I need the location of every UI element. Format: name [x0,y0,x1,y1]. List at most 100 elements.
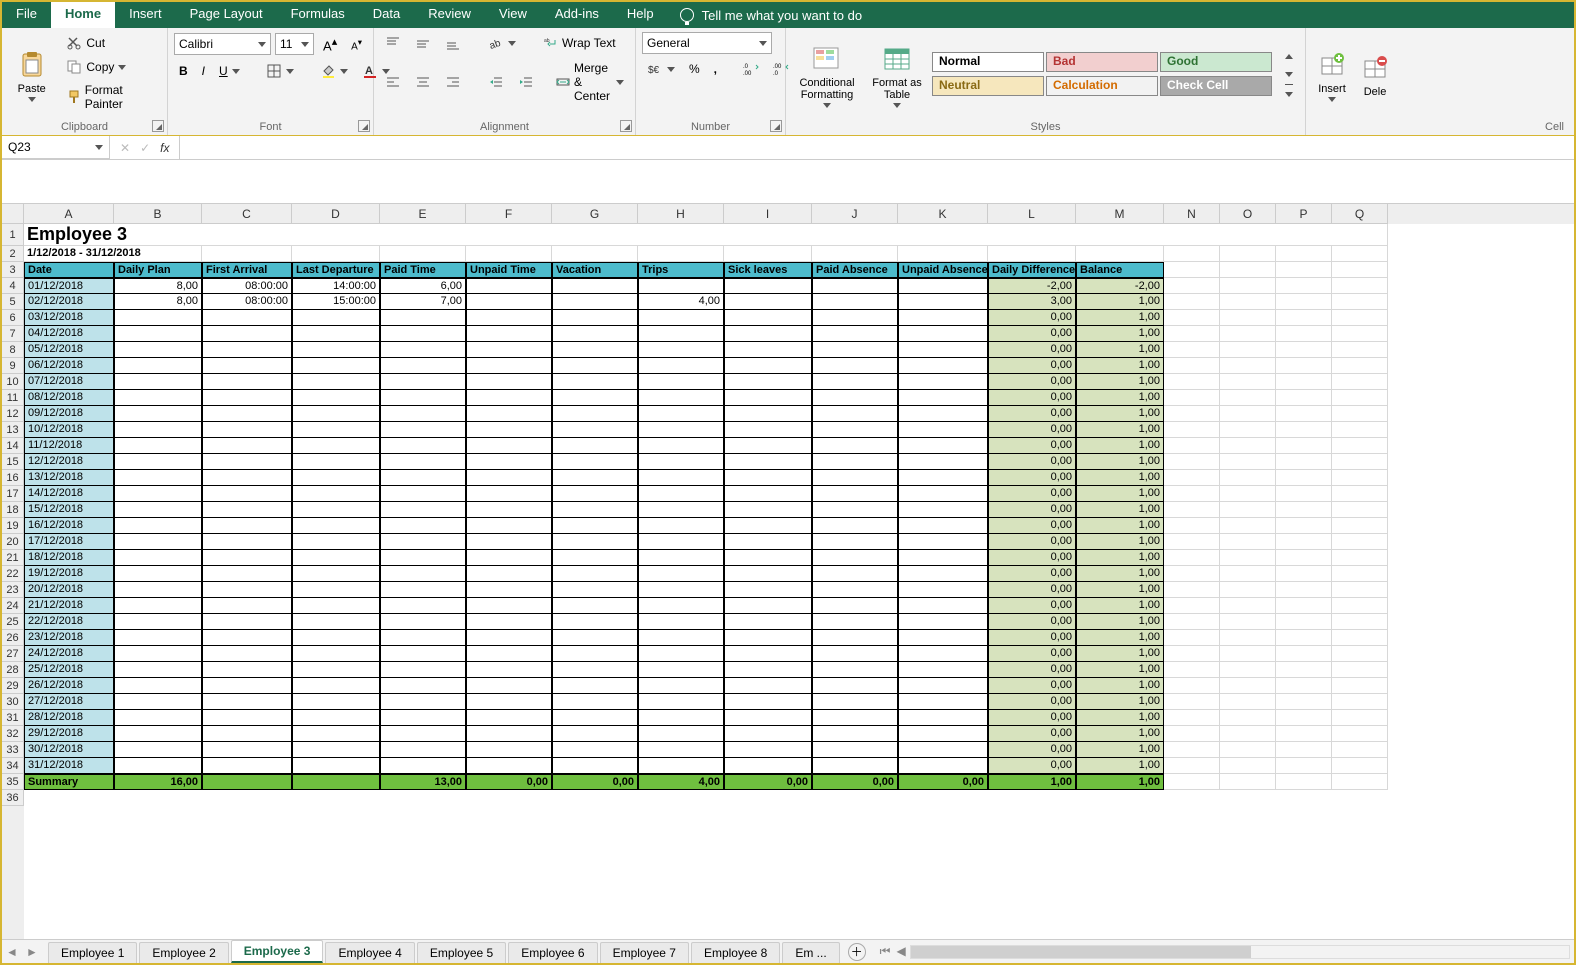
row-header[interactable]: 27 [2,646,24,662]
cell[interactable]: 18/12/2018 [24,550,114,566]
style-neutral[interactable]: Neutral [932,76,1044,96]
cell[interactable]: 0,00 [988,614,1076,630]
cell[interactable] [466,502,552,518]
cell[interactable] [380,342,466,358]
cell[interactable] [466,358,552,374]
cell[interactable] [724,598,812,614]
cell[interactable] [1332,438,1388,454]
cell[interactable] [466,758,552,774]
cell[interactable] [898,374,988,390]
cell[interactable] [1332,726,1388,742]
cell[interactable] [552,278,638,294]
cell[interactable] [1220,342,1276,358]
table-header[interactable]: Date [24,262,114,278]
cell[interactable] [1332,310,1388,326]
cell[interactable] [202,726,292,742]
cell[interactable] [898,646,988,662]
cell[interactable] [898,630,988,646]
cell[interactable] [552,630,638,646]
cell[interactable] [1276,390,1332,406]
table-header[interactable]: Paid Time [380,262,466,278]
cell[interactable] [552,342,638,358]
cell[interactable] [638,406,724,422]
cell[interactable] [114,598,202,614]
cell[interactable] [1164,342,1220,358]
cell[interactable] [638,454,724,470]
cell[interactable] [380,742,466,758]
cell[interactable] [380,310,466,326]
cell[interactable] [380,534,466,550]
column-header-H[interactable]: H [638,204,724,224]
style-good[interactable]: Good [1160,52,1272,72]
fill-color-button[interactable] [315,60,353,82]
cell[interactable] [552,662,638,678]
cell[interactable] [114,710,202,726]
cell[interactable] [812,342,898,358]
cell[interactable] [1164,454,1220,470]
cell[interactable] [466,454,552,470]
cell[interactable] [812,582,898,598]
styles-more-button[interactable] [1280,81,1298,103]
cell[interactable] [724,470,812,486]
column-header-F[interactable]: F [466,204,552,224]
cell[interactable] [1164,662,1220,678]
cell[interactable] [898,470,988,486]
row-header[interactable]: 10 [2,374,24,390]
sheet-tab[interactable]: Employee 1 [48,942,137,963]
cell[interactable] [292,342,380,358]
cell[interactable] [1220,422,1276,438]
cell[interactable]: 09/12/2018 [24,406,114,422]
cell[interactable] [292,614,380,630]
row-header[interactable]: 9 [2,358,24,374]
cell[interactable] [812,326,898,342]
align-left-button[interactable] [380,71,406,93]
increase-indent-button[interactable] [513,71,539,93]
cell[interactable]: 1,00 [1076,310,1164,326]
cell[interactable] [1276,454,1332,470]
cell[interactable] [114,422,202,438]
row-header[interactable]: 14 [2,438,24,454]
cell[interactable] [380,518,466,534]
cell[interactable]: 0,00 [988,646,1076,662]
cell[interactable] [1276,534,1332,550]
cell[interactable] [292,326,380,342]
cell[interactable] [638,390,724,406]
cell[interactable] [812,742,898,758]
cell[interactable] [1220,438,1276,454]
cell[interactable] [1164,630,1220,646]
cell[interactable] [552,246,638,262]
enter-formula-icon[interactable]: ✓ [140,141,150,155]
table-header[interactable]: First Arrival [202,262,292,278]
cell[interactable] [1276,406,1332,422]
cell[interactable]: Summary [24,774,114,790]
cell[interactable] [638,566,724,582]
table-header[interactable]: Unpaid Time [466,262,552,278]
cell[interactable] [1164,262,1220,278]
cell[interactable] [552,470,638,486]
cell[interactable] [1276,550,1332,566]
row-header[interactable]: 24 [2,598,24,614]
cell[interactable]: 06/12/2018 [24,358,114,374]
table-header[interactable]: Trips [638,262,724,278]
cell[interactable] [466,726,552,742]
cell[interactable]: 0,00 [988,502,1076,518]
cell[interactable] [898,710,988,726]
cell[interactable] [552,374,638,390]
cell[interactable] [1220,710,1276,726]
cell[interactable]: 05/12/2018 [24,342,114,358]
row-header[interactable]: 18 [2,502,24,518]
wrap-text-button[interactable]: abWrap Text [537,32,621,54]
cell[interactable] [552,486,638,502]
cell[interactable] [724,502,812,518]
cell[interactable]: 1,00 [1076,422,1164,438]
table-header[interactable]: Sick leaves [724,262,812,278]
styles-down-button[interactable] [1280,69,1298,80]
cell[interactable]: 03/12/2018 [24,310,114,326]
cell[interactable] [552,534,638,550]
cell[interactable] [1276,566,1332,582]
cell[interactable] [380,710,466,726]
cell[interactable] [1332,374,1388,390]
cell[interactable] [114,694,202,710]
row-header[interactable]: 4 [2,278,24,294]
cell[interactable] [552,502,638,518]
